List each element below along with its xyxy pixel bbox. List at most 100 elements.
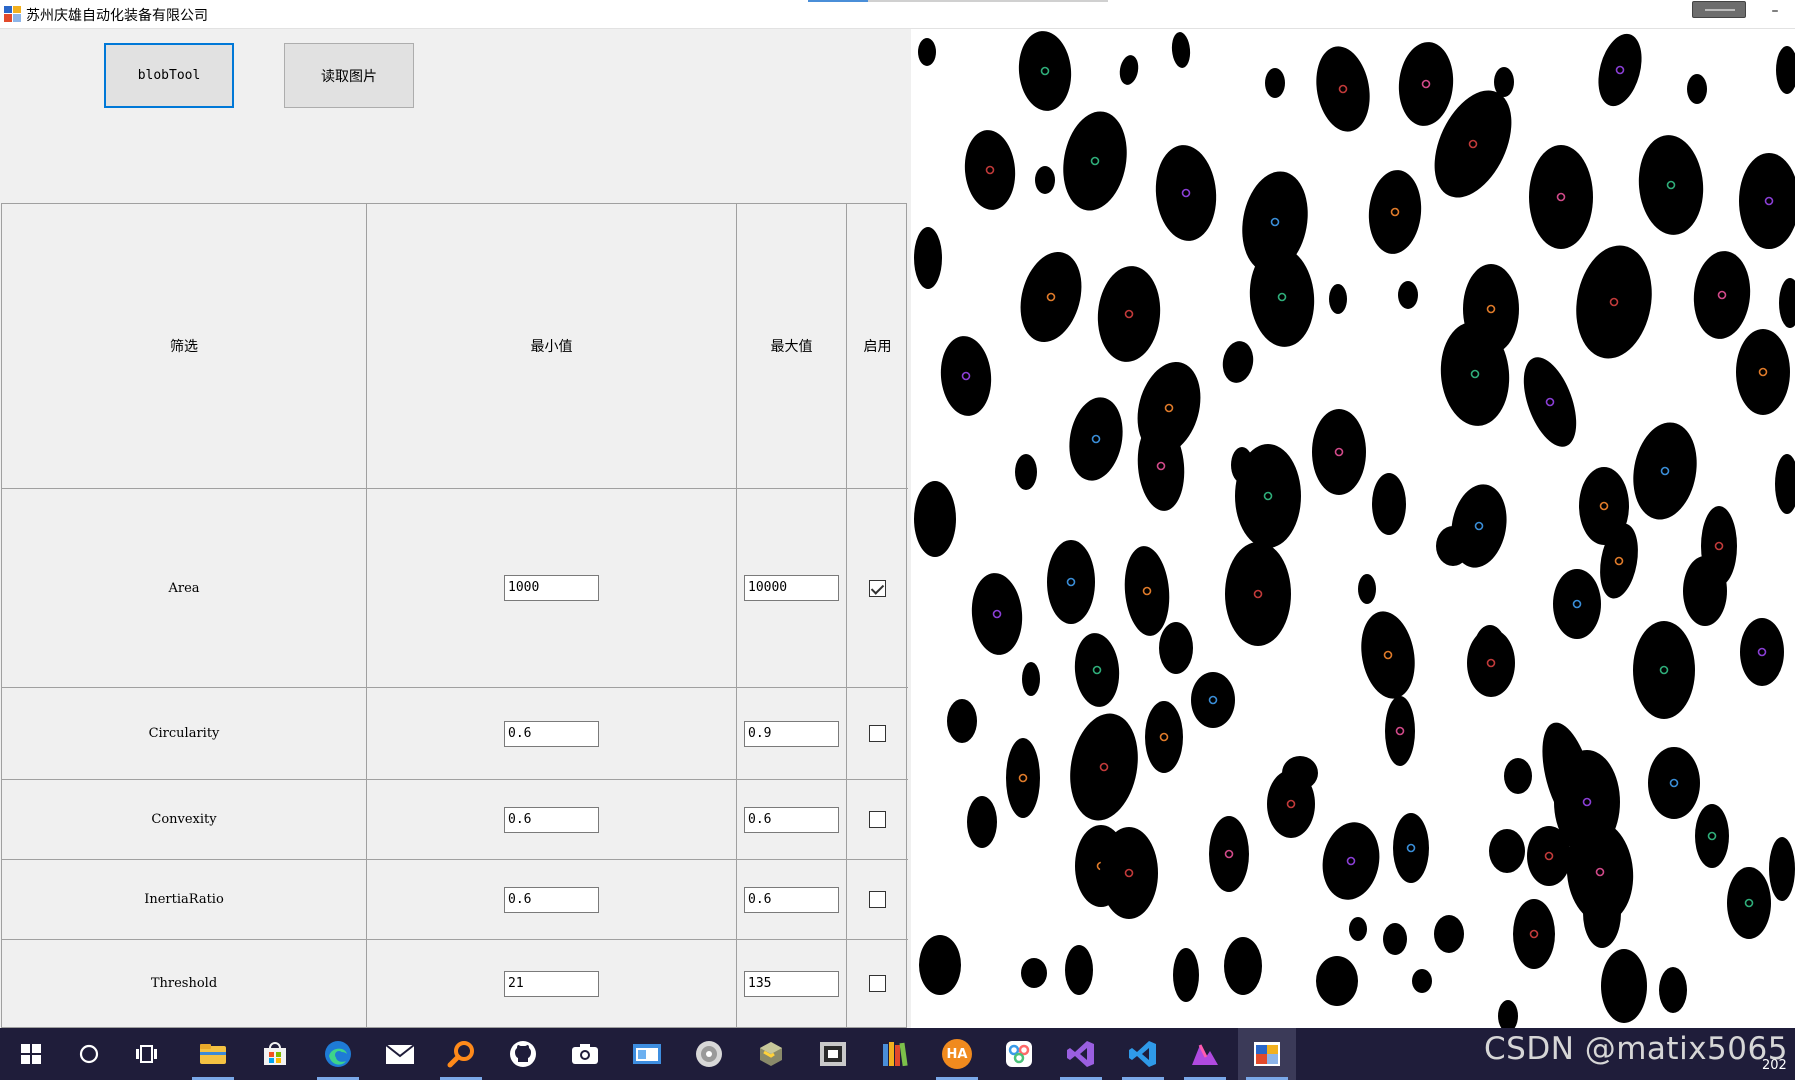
taskbar-this-app[interactable]: [1238, 1028, 1296, 1080]
row-label-area: Area: [2, 489, 367, 688]
circularity-enable-checkbox[interactable]: [869, 725, 886, 742]
ha-app-icon: HA: [942, 1039, 972, 1069]
blob-shape: [1282, 756, 1318, 790]
blob-shape: [1171, 32, 1191, 68]
window-thumbnail[interactable]: [1692, 1, 1746, 18]
books-icon: [883, 1042, 908, 1067]
threshold-max-input[interactable]: 135: [744, 970, 839, 997]
task-view-button[interactable]: [118, 1028, 176, 1080]
blob-shape: [1173, 948, 1199, 1002]
circularity-min-input[interactable]: 0.6: [504, 720, 599, 747]
blob-shape: [1601, 949, 1647, 1023]
blob-shape: [1638, 135, 1704, 235]
github-icon: [510, 1041, 536, 1067]
blob-shape: [1398, 42, 1454, 126]
taskbar-ha-app[interactable]: HA: [928, 1028, 986, 1080]
taskbar-window-app[interactable]: [618, 1028, 676, 1080]
max-cell: 0.6: [737, 780, 847, 860]
blob-shape: [1687, 74, 1707, 104]
max-cell: 0.9: [737, 688, 847, 780]
taskbar-books[interactable]: [866, 1028, 924, 1080]
taskbar-file-explorer[interactable]: [184, 1028, 242, 1080]
blob-shape: [1316, 46, 1370, 132]
blob-shape: [1769, 837, 1795, 901]
convexity-min-input[interactable]: 0.6: [504, 806, 599, 833]
blob-shape: [1006, 738, 1040, 818]
read-image-button[interactable]: 读取图片: [284, 43, 414, 108]
blob-shape: [1740, 618, 1784, 686]
row-label-circularity: Circularity: [2, 688, 367, 780]
taskbar-camera[interactable]: [556, 1028, 614, 1080]
blob-tool-button[interactable]: blobTool: [104, 43, 234, 108]
inertia-ratio-enable-checkbox[interactable]: [869, 891, 886, 908]
search-icon: [79, 1044, 99, 1064]
taskbar-package[interactable]: [742, 1028, 800, 1080]
title-bar: 苏州庆雄自动化装备有限公司 –: [0, 0, 1795, 29]
taskbar-store[interactable]: [246, 1028, 304, 1080]
taskbar-terminal-app[interactable]: [804, 1028, 862, 1080]
taskbar-search-app[interactable]: [432, 1028, 490, 1080]
convexity-enable-checkbox[interactable]: [869, 811, 886, 828]
blob-shape: [1074, 633, 1120, 707]
blob-shape: [1372, 473, 1406, 535]
minimize-button[interactable]: –: [1760, 2, 1790, 22]
enable-cell: [847, 489, 908, 688]
terminal-app-icon: [820, 1042, 846, 1066]
circularity-max-input[interactable]: 0.9: [744, 720, 839, 747]
blob-shape: [1513, 899, 1555, 969]
filter-table: 筛选 最小值 最大值 启用 Area 1000 10000 Circularit…: [1, 203, 908, 1028]
blob-shape: [1235, 444, 1301, 548]
inertia-ratio-max-input[interactable]: 0.6: [744, 886, 839, 913]
taskbar-vscode[interactable]: [1114, 1028, 1172, 1080]
blob-shape: [1436, 526, 1470, 566]
min-cell: 21: [367, 940, 737, 1027]
blob-shape: [1124, 546, 1170, 636]
blob-shape: [1021, 958, 1047, 988]
camera-icon: [572, 1044, 598, 1064]
blob-shape: [1434, 915, 1464, 953]
blob-shape: [1583, 878, 1621, 948]
blob-shape: [1695, 804, 1729, 868]
min-cell: 0.6: [367, 860, 737, 940]
vscode-icon: [1129, 1041, 1156, 1067]
taskbar-visual-studio[interactable]: [1052, 1028, 1110, 1080]
taskbar-search[interactable]: [60, 1028, 118, 1080]
task-view-icon: [136, 1045, 157, 1063]
start-button[interactable]: [2, 1028, 60, 1080]
blob-shape: [1155, 145, 1217, 241]
threshold-min-input[interactable]: 21: [504, 970, 599, 997]
blob-shape: [1775, 454, 1795, 514]
blob-shape: [1018, 31, 1072, 111]
taskbar-edge[interactable]: [309, 1028, 367, 1080]
blob-shape: [1383, 923, 1407, 955]
blob-shape: [1598, 33, 1642, 107]
header-filter: 筛选: [2, 204, 367, 489]
inertia-ratio-min-input[interactable]: 0.6: [504, 886, 599, 913]
area-enable-checkbox[interactable]: [869, 579, 886, 597]
row-label-threshold: Threshold: [2, 940, 367, 1027]
blob-shape: [1020, 251, 1082, 343]
blob-shape: [1329, 284, 1347, 314]
watermark: CSDN @matix5065: [1484, 1031, 1788, 1067]
convexity-max-input[interactable]: 0.6: [744, 806, 839, 833]
enable-cell: [847, 860, 908, 940]
network-app-icon: [1006, 1041, 1032, 1067]
taskbar-disc[interactable]: [680, 1028, 738, 1080]
area-min-input[interactable]: 1000: [504, 575, 599, 601]
taskbar-network-app[interactable]: [990, 1028, 1048, 1080]
threshold-enable-checkbox[interactable]: [869, 975, 886, 992]
blob-shape: [1316, 956, 1358, 1006]
taskbar-mail[interactable]: [371, 1028, 429, 1080]
area-max-input[interactable]: 10000: [744, 575, 839, 601]
blob-shape: [1776, 46, 1795, 94]
taskbar-github[interactable]: [494, 1028, 552, 1080]
file-explorer-icon: [200, 1044, 226, 1064]
blob-shape: [940, 336, 992, 416]
blob-shape: [1683, 556, 1727, 626]
blob-shape: [1225, 542, 1291, 646]
taskbar-creative-app[interactable]: [1176, 1028, 1234, 1080]
blob-shape: [1209, 816, 1249, 892]
blob-shape: [1322, 822, 1380, 900]
blob-shape: [1553, 569, 1601, 639]
blob-shape: [1368, 170, 1422, 254]
